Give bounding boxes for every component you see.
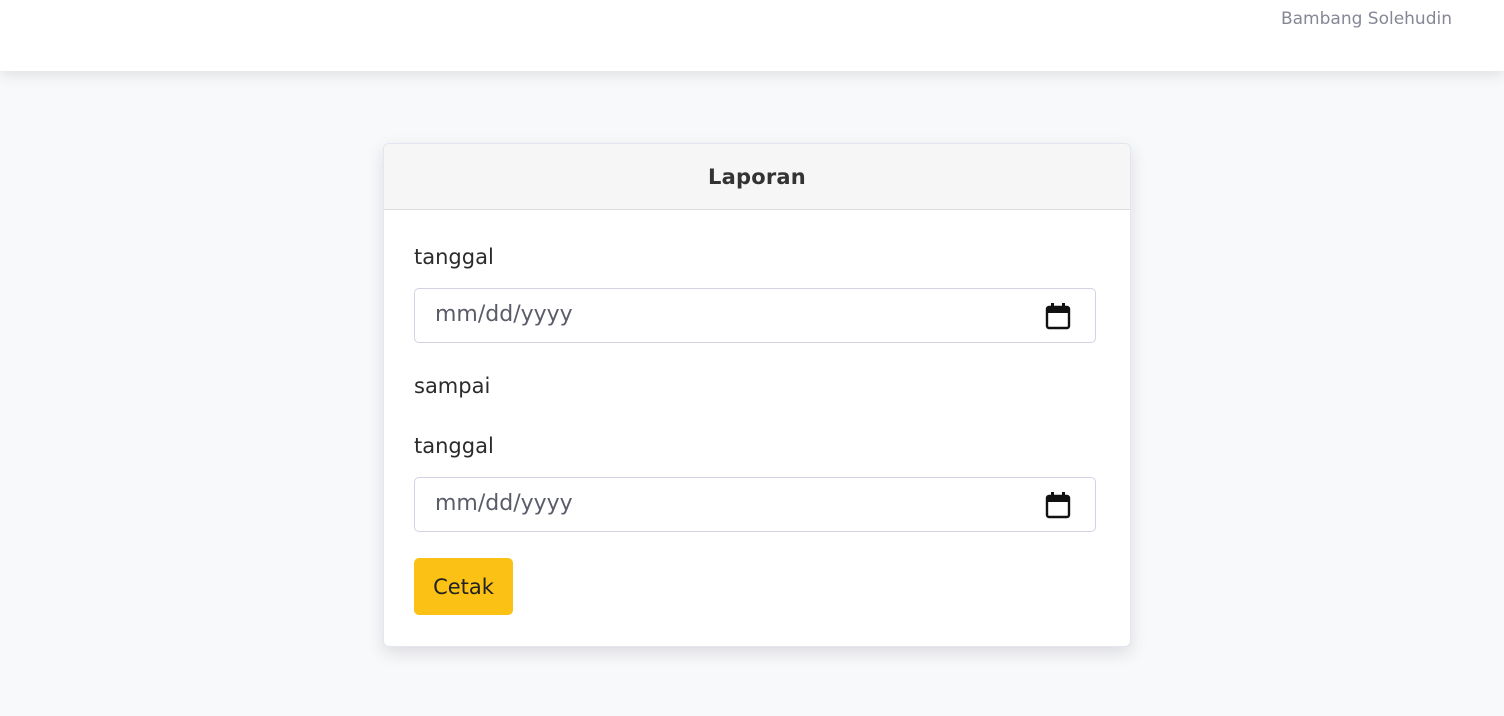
separator-label: sampai bbox=[414, 374, 491, 398]
user-name-link[interactable]: Bambang Solehudin bbox=[1281, 9, 1452, 29]
date-from-placeholder: mm/dd/yyyy bbox=[435, 302, 573, 327]
date-to-input[interactable]: mm/dd/yyyy bbox=[414, 477, 1096, 532]
date-from-label: tanggal bbox=[414, 245, 494, 269]
top-navbar: Bambang Solehudin bbox=[0, 0, 1504, 71]
print-button[interactable]: Cetak bbox=[414, 558, 513, 615]
date-to-label: tanggal bbox=[414, 434, 494, 458]
date-from-input[interactable]: mm/dd/yyyy bbox=[414, 288, 1096, 343]
calendar-icon[interactable] bbox=[1045, 302, 1071, 330]
date-to-placeholder: mm/dd/yyyy bbox=[435, 491, 573, 516]
calendar-icon[interactable] bbox=[1045, 491, 1071, 519]
card-header: Laporan bbox=[384, 144, 1130, 210]
card-title: Laporan bbox=[708, 164, 806, 189]
report-card: Laporan tanggal mm/dd/yyyy sampai tangga… bbox=[383, 143, 1131, 647]
